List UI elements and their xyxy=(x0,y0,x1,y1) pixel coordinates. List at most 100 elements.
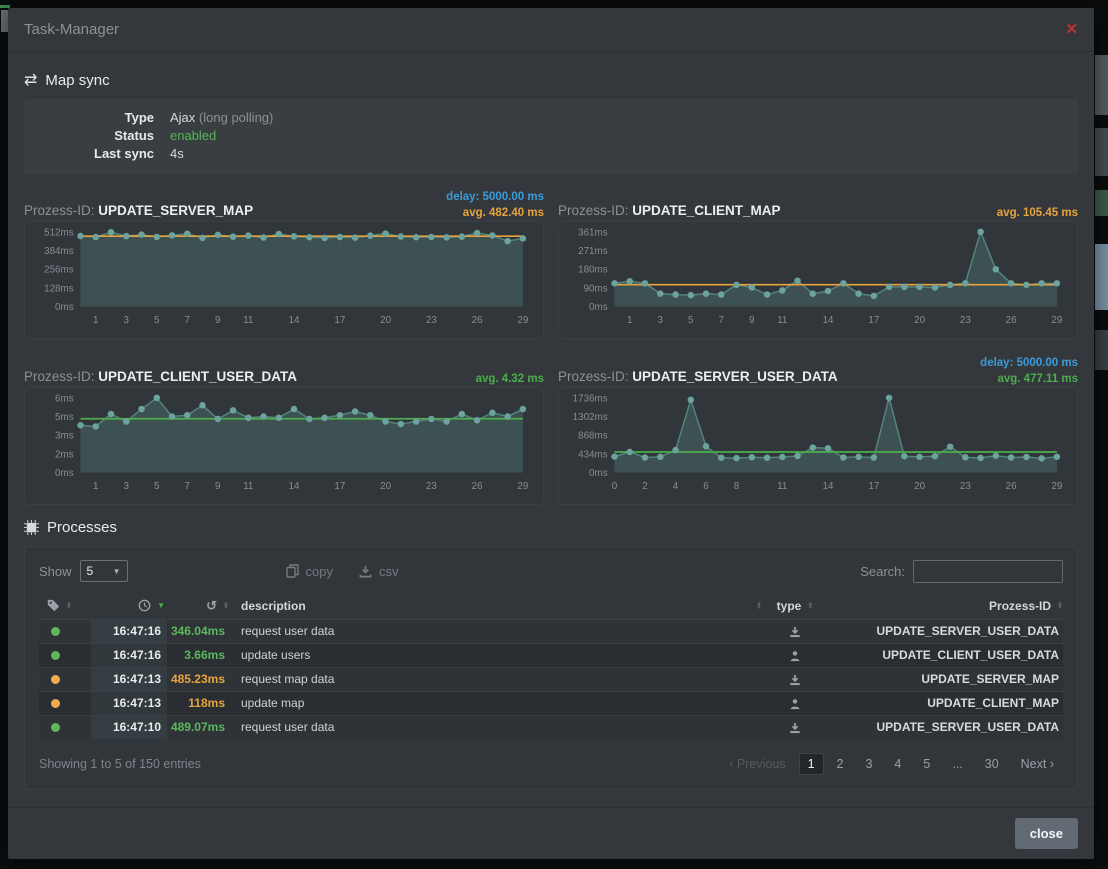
description-cell: update map xyxy=(231,691,762,715)
svg-text:20: 20 xyxy=(380,481,391,492)
map-sync-panel: Type Ajax (long polling) Status enabled … xyxy=(24,99,1078,175)
processes-heading-label: Processes xyxy=(47,519,117,536)
duration-cell: 118ms xyxy=(167,691,231,715)
svg-text:6: 6 xyxy=(703,481,709,492)
entries-info: Showing 1 to 5 of 150 entries xyxy=(39,757,201,771)
chart-cell-update-client-map: Prozess-ID: UPDATE_CLIENT_MAP avg. 105.4… xyxy=(558,181,1078,339)
map-sync-heading: ⇄ Map sync xyxy=(24,72,1078,89)
chart-stats: avg. 105.45 ms xyxy=(997,189,1078,221)
sort-desc-icon: ▼ xyxy=(157,604,165,608)
chart-title: Prozess-ID: UPDATE_SERVER_USER_DATA xyxy=(558,369,838,384)
pagination-previous[interactable]: ‹ Previous xyxy=(720,753,794,775)
page-behind-fragment xyxy=(1095,244,1108,310)
duration-cell: 485.23ms xyxy=(167,667,231,691)
column-header-description[interactable]: description ▲▼ xyxy=(231,593,762,619)
search-input[interactable] xyxy=(913,560,1063,583)
clock-icon xyxy=(138,599,151,612)
svg-text:5: 5 xyxy=(154,315,160,326)
history-icon: ↺ xyxy=(206,598,217,614)
user-icon xyxy=(789,650,801,662)
svg-text:29: 29 xyxy=(1051,481,1062,492)
map-sync-lastsync-row: Last sync 4s xyxy=(24,145,1078,163)
svg-text:23: 23 xyxy=(960,315,971,326)
column-header-status[interactable]: ▲▼ xyxy=(39,593,91,619)
type-cell xyxy=(762,619,828,643)
show-entries-select[interactable]: 5 ▼ xyxy=(80,560,128,582)
svg-text:26: 26 xyxy=(1006,315,1017,326)
svg-text:5: 5 xyxy=(688,315,694,326)
svg-text:1: 1 xyxy=(93,481,98,492)
map-sync-type-row: Type Ajax (long polling) xyxy=(24,109,1078,127)
avg-stat: avg. 4.32 ms xyxy=(476,371,544,387)
sort-icon: ▲▼ xyxy=(1057,602,1063,610)
column-header-duration[interactable]: ↺ ▲▼ xyxy=(167,593,231,619)
table-row: 16:47:13 118ms update map UPDATE_CLIENT_… xyxy=(39,691,1063,715)
svg-text:20: 20 xyxy=(380,315,391,326)
svg-text:2ms: 2ms xyxy=(55,449,74,460)
chart-stats: delay: 5000.00 ms avg. 477.11 ms xyxy=(980,355,1078,387)
modal-body: ⇄ Map sync Type Ajax (long polling) Stat… xyxy=(8,52,1094,807)
column-header-type[interactable]: type ▲▼ xyxy=(762,593,828,619)
duration-cell: 489.07ms xyxy=(167,715,231,739)
chip-icon xyxy=(24,520,39,535)
svg-text:434ms: 434ms xyxy=(578,449,608,460)
close-icon[interactable]: ✕ xyxy=(1065,22,1078,37)
delay-stat: delay: 5000.00 ms xyxy=(980,355,1078,371)
pagination-next[interactable]: Next › xyxy=(1012,753,1063,775)
copy-button[interactable]: copy xyxy=(286,564,333,579)
prozess-id-cell: UPDATE_CLIENT_USER_DATA xyxy=(828,643,1063,667)
svg-text:11: 11 xyxy=(777,481,787,492)
avg-stat: avg. 105.45 ms xyxy=(997,205,1078,221)
pagination-page-4[interactable]: 4 xyxy=(885,753,910,775)
svg-text:128ms: 128ms xyxy=(44,283,74,294)
type-note: (long polling) xyxy=(199,110,273,125)
svg-text:5: 5 xyxy=(154,481,160,492)
type-cell xyxy=(762,667,828,691)
pagination-page-3[interactable]: 3 xyxy=(856,753,881,775)
pagination-page-30[interactable]: 30 xyxy=(976,753,1008,775)
svg-text:17: 17 xyxy=(334,481,345,492)
chart-cell-update-server-map: Prozess-ID: UPDATE_SERVER_MAP delay: 500… xyxy=(24,181,544,339)
pagination-page-1[interactable]: 1 xyxy=(799,753,824,775)
chevron-down-icon: ▼ xyxy=(113,567,121,576)
pagination-page-2[interactable]: 2 xyxy=(828,753,853,775)
close-button[interactable]: close xyxy=(1015,818,1078,849)
status-dot xyxy=(51,651,60,660)
svg-text:0ms: 0ms xyxy=(55,468,74,479)
svg-text:3: 3 xyxy=(658,315,664,326)
chart-title: Prozess-ID: UPDATE_SERVER_MAP xyxy=(24,203,253,218)
svg-text:14: 14 xyxy=(823,481,834,492)
svg-text:26: 26 xyxy=(472,315,483,326)
tag-icon xyxy=(47,599,60,612)
sort-icon: ▲▼ xyxy=(807,602,813,610)
svg-text:90ms: 90ms xyxy=(584,283,608,294)
duration-cell: 3.66ms xyxy=(167,643,231,667)
table-footer: Showing 1 to 5 of 150 entries ‹ Previous… xyxy=(39,751,1063,777)
prozess-id-cell: UPDATE_SERVER_USER_DATA xyxy=(828,619,1063,643)
svg-text:29: 29 xyxy=(1051,315,1062,326)
prozess-id-cell: UPDATE_SERVER_MAP xyxy=(828,667,1063,691)
svg-text:0ms: 0ms xyxy=(55,302,74,313)
delay-stat: delay: 5000.00 ms xyxy=(446,189,544,205)
show-label: Show xyxy=(39,564,72,579)
pagination: ‹ Previous12345...30Next › xyxy=(720,753,1063,775)
time-cell: 16:47:13 xyxy=(91,667,167,691)
column-header-prozess-id[interactable]: Prozess-ID ▲▼ xyxy=(828,593,1063,619)
svg-text:180ms: 180ms xyxy=(578,265,608,276)
delay-stat xyxy=(476,355,544,371)
modal-footer: close xyxy=(8,807,1094,859)
process-table: ▲▼ ▼ xyxy=(39,593,1063,739)
svg-text:26: 26 xyxy=(1006,481,1017,492)
column-header-time[interactable]: ▼ xyxy=(91,593,167,619)
csv-button[interactable]: csv xyxy=(359,564,399,579)
chart-cell-update-server-user-data: Prozess-ID: UPDATE_SERVER_USER_DATA dela… xyxy=(558,347,1078,505)
type-cell xyxy=(762,643,828,667)
svg-text:14: 14 xyxy=(289,315,300,326)
status-dot xyxy=(51,627,60,636)
search-group: Search: xyxy=(860,560,1063,583)
type-cell xyxy=(762,715,828,739)
table-row: 16:47:16 346.04ms request user data UPDA… xyxy=(39,619,1063,643)
svg-text:1: 1 xyxy=(93,315,98,326)
page-behind-fragment xyxy=(1095,55,1108,115)
pagination-page-5[interactable]: 5 xyxy=(914,753,939,775)
